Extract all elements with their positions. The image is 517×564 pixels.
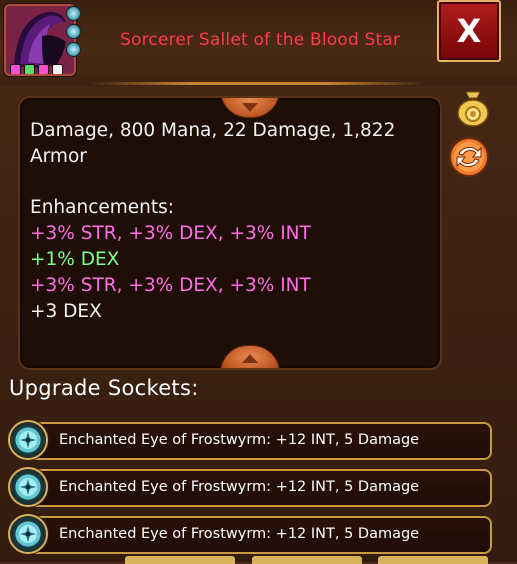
enhancements-heading: Enhancements: [30,197,175,219]
enhancement-line: +3% STR, +3% DEX, +3% INT [30,223,311,245]
description-text: Damage, 800 Mana, 22 Damage, 1,822 Armor… [30,118,425,324]
socket-pip-icon [66,24,81,39]
bottom-button-peek[interactable] [125,556,235,564]
scroll-down-icon[interactable] [220,345,280,368]
frostwyrm-eye-gem-icon [8,420,48,460]
bottom-button-peek[interactable] [252,556,362,564]
socket-label: Enchanted Eye of Frostwyrm: +12 INT, 5 D… [59,526,420,542]
socket-row[interactable]: Enchanted Eye of Frostwyrm: +12 INT, 5 D… [8,465,492,507]
gem-dot [38,64,49,74]
upgrade-sockets-heading: Upgrade Sockets: [9,376,199,400]
socket-pip-icon [66,42,81,57]
socket-row[interactable]: Enchanted Eye of Frostwyrm: +12 INT, 5 D… [8,512,492,554]
description-line: Damage, 800 Mana, 22 Damage, 1,822 [30,120,396,141]
frostwyrm-eye-gem-icon [8,467,48,507]
gem-dot [24,64,35,74]
coin-bag-icon[interactable] [452,86,494,128]
frostwyrm-eye-gem-icon [8,514,48,554]
socket-pips [66,6,81,57]
swap-arrows-icon[interactable] [448,136,490,178]
scroll-up-icon[interactable] [220,98,280,118]
enhancement-line: +3 DEX [30,300,102,322]
gem-dot [52,64,63,74]
description-line [30,170,425,196]
close-button[interactable]: X [437,0,501,62]
item-description-panel[interactable]: Damage, 800 Mana, 22 Damage, 1,822 Armor… [18,96,442,370]
socket-label: Enchanted Eye of Frostwyrm: +12 INT, 5 D… [59,432,420,448]
enhancement-line: +3% STR, +3% DEX, +3% INT [30,274,311,296]
gem-dots [10,64,63,74]
item-title: Sorcerer Sallet of the Blood Star [120,30,401,50]
enhancement-line: +1% DEX [30,248,120,270]
socket-label: Enchanted Eye of Frostwyrm: +12 INT, 5 D… [59,479,420,495]
socket-row[interactable]: Enchanted Eye of Frostwyrm: +12 INT, 5 D… [8,418,492,460]
socket-pip-icon [66,6,81,21]
header-divider [90,82,425,85]
bottom-button-peek[interactable] [378,556,488,564]
description-line: Armor [30,145,87,167]
gem-dot [10,64,21,74]
